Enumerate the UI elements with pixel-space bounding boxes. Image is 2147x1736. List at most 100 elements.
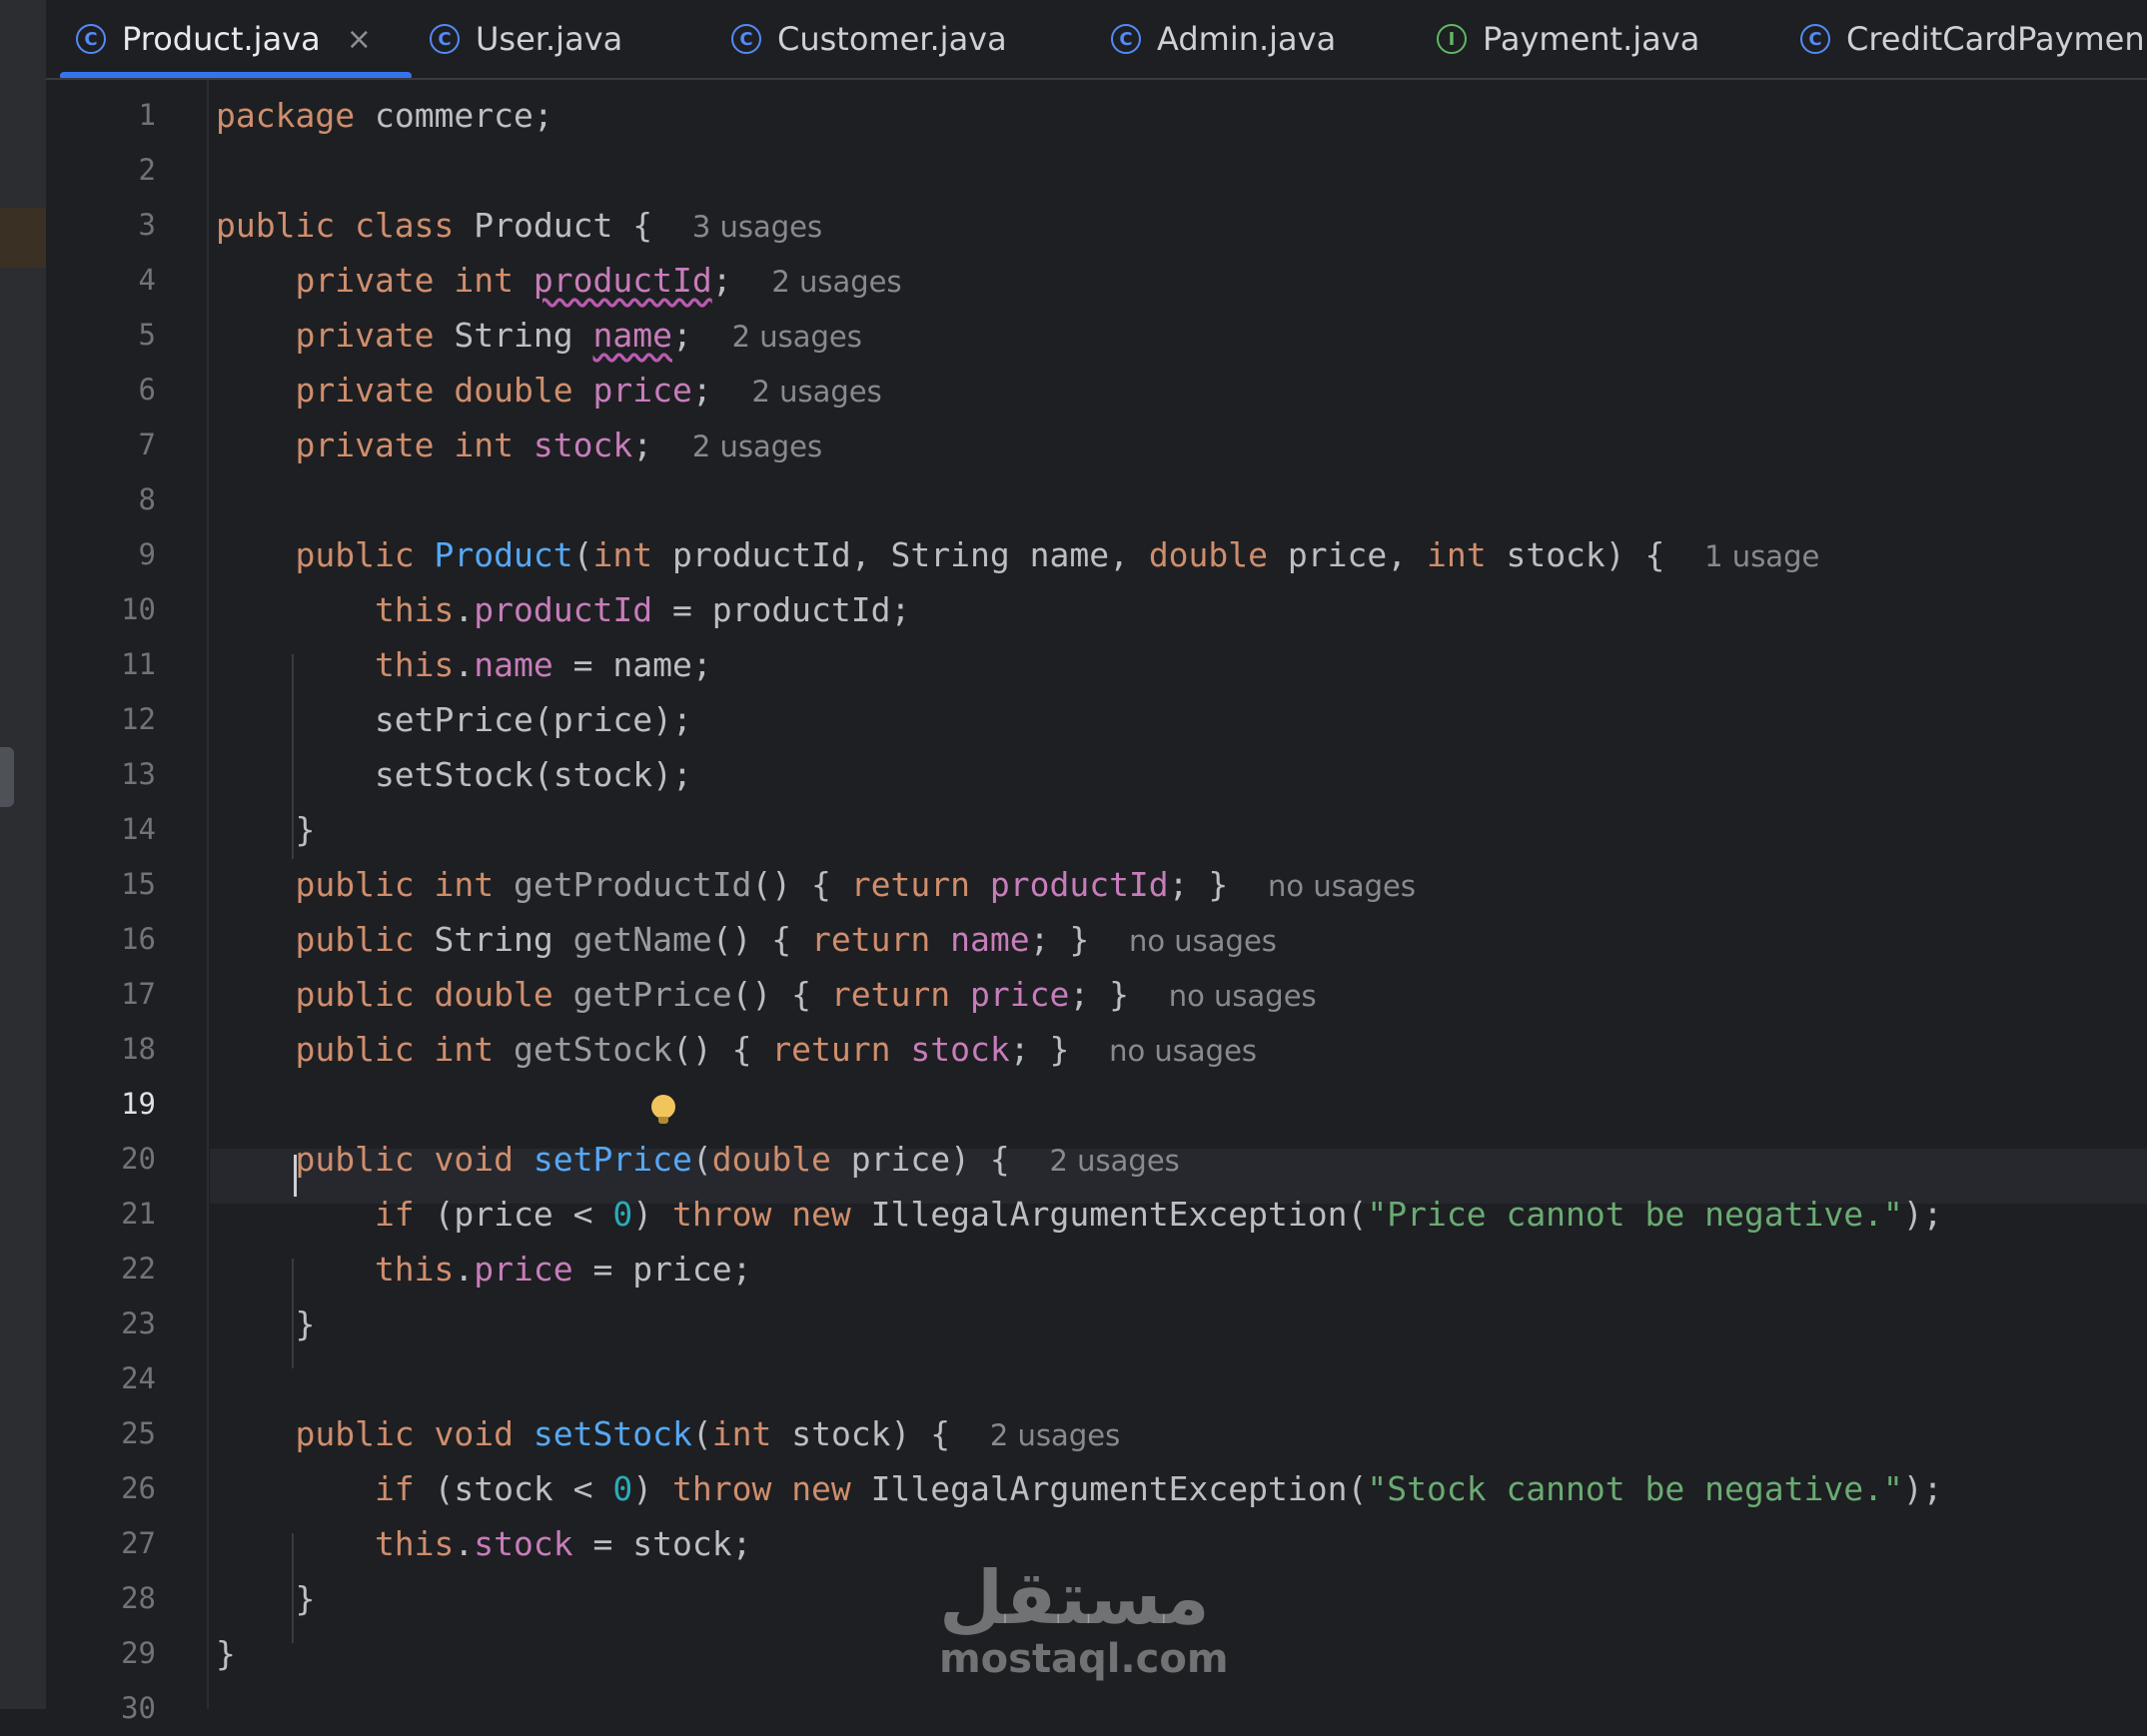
code-token: throw new — [671, 1469, 871, 1508]
tab-customer-java[interactable]: C Customer.java — [731, 0, 1007, 78]
code-token: getPrice — [572, 975, 732, 1014]
usage-hint[interactable]: 3 usages — [692, 210, 822, 244]
code-token: public class — [216, 206, 475, 245]
code-token: = name; — [552, 645, 712, 684]
code-token: = price; — [572, 1250, 752, 1289]
line-number: 4 — [138, 263, 156, 297]
line-number: 19 — [121, 1087, 156, 1121]
usage-hint[interactable]: 1 usage — [1704, 539, 1819, 573]
code-line: public double getPrice() { return price;… — [216, 967, 1317, 1022]
code-token: public int — [216, 1030, 515, 1069]
usage-hint[interactable]: no usages — [1109, 1034, 1257, 1068]
code-line: private String name; 2 usages — [216, 308, 862, 363]
tab-creditcardpaymen[interactable]: C CreditCardPaymen — [1800, 0, 2145, 78]
usage-hint[interactable]: no usages — [1268, 869, 1416, 903]
usage-hint[interactable]: 2 usages — [692, 430, 822, 463]
tab-payment-java[interactable]: I Payment.java — [1437, 0, 1699, 78]
class-icon: C — [1800, 24, 1830, 54]
code-token: ; } — [1009, 1030, 1110, 1069]
line-number: 27 — [121, 1526, 156, 1560]
code-token: IllegalArgumentException( — [870, 1195, 1368, 1234]
code-token: ); — [1902, 1469, 1943, 1508]
code-line: setPrice(price); — [216, 692, 692, 747]
usage-hint[interactable]: no usages — [1129, 924, 1277, 958]
code-token: stock — [533, 426, 633, 464]
code-token: (price < — [434, 1195, 613, 1234]
code-token: stock) { — [791, 1414, 990, 1453]
code-editor[interactable]: package commerce; public class Product { … — [210, 80, 2147, 1709]
usage-hint[interactable]: 2 usages — [732, 320, 862, 354]
class-icon: C — [731, 24, 761, 54]
tab-user-java[interactable]: C User.java — [430, 0, 622, 78]
line-number: 25 — [121, 1416, 156, 1450]
code-token: price — [592, 371, 692, 410]
code-token: () { — [711, 920, 812, 959]
code-token: ) — [632, 1195, 672, 1234]
code-token: int — [1426, 535, 1507, 574]
code-token: . — [454, 645, 475, 684]
code-token: setPrice(price); — [216, 700, 692, 739]
code-token: "Stock cannot be negative." — [1367, 1469, 1903, 1508]
usage-hint[interactable]: 2 usages — [1049, 1144, 1179, 1178]
code-token: ( — [691, 1414, 712, 1453]
code-token: } — [216, 1579, 316, 1618]
code-line: if (price < 0) throw new IllegalArgument… — [216, 1187, 1943, 1242]
tab-label: Product.java — [122, 20, 321, 58]
code-token: name — [950, 920, 1030, 959]
code-line: } — [216, 802, 315, 857]
code-token: ; — [632, 426, 692, 464]
code-token: getStock — [514, 1030, 672, 1069]
usage-hint[interactable]: no usages — [1169, 979, 1317, 1013]
line-number: 26 — [121, 1471, 156, 1505]
code-token: String — [434, 920, 573, 959]
code-token: public — [216, 535, 435, 574]
code-token: setStock — [533, 1414, 692, 1453]
usage-hint[interactable]: 2 usages — [990, 1418, 1120, 1452]
code-token: ; } — [1069, 975, 1169, 1014]
line-number: 20 — [121, 1142, 156, 1176]
code-token: Product { — [474, 206, 692, 245]
code-line: public void setStock(int stock) { 2 usag… — [216, 1406, 1120, 1461]
code-token: setStock(stock); — [216, 755, 692, 794]
code-token: productId — [474, 590, 653, 629]
line-number: 1 — [138, 98, 156, 132]
code-line: private int productId; 2 usages — [216, 253, 901, 308]
code-token: public int — [216, 865, 515, 904]
close-icon[interactable]: × — [347, 22, 372, 57]
line-number: 16 — [121, 922, 156, 956]
code-token: getProductId — [514, 865, 752, 904]
line-number: 22 — [121, 1252, 156, 1286]
scroll-marker[interactable] — [0, 747, 14, 807]
code-line: public int getProductId() { return produ… — [216, 857, 1416, 912]
code-token: String — [454, 316, 593, 355]
tab-label: CreditCardPaymen — [1846, 20, 2145, 58]
code-token: return — [771, 1030, 911, 1069]
tab-admin-java[interactable]: C Admin.java — [1111, 0, 1336, 78]
line-number: 14 — [121, 812, 156, 846]
class-icon: C — [430, 24, 460, 54]
line-number: 17 — [121, 977, 156, 1011]
line-number: 8 — [138, 482, 156, 516]
lightbulb-icon[interactable] — [651, 1095, 675, 1124]
line-number: 12 — [121, 702, 156, 736]
code-token: ; — [711, 261, 772, 300]
code-token: ; } — [1029, 920, 1129, 959]
code-line: } — [216, 1626, 236, 1681]
code-token: private int — [216, 261, 534, 300]
line-number: 5 — [138, 318, 156, 352]
line-number: 9 — [138, 537, 156, 571]
line-number: 18 — [121, 1032, 156, 1066]
line-number: 7 — [138, 428, 156, 461]
code-token: productId — [989, 865, 1169, 904]
code-token: price — [474, 1250, 573, 1289]
code-token: price — [970, 975, 1070, 1014]
usage-hint[interactable]: 2 usages — [771, 265, 901, 299]
code-token: return — [811, 920, 951, 959]
tab-product-java[interactable]: C Product.java × — [60, 0, 412, 78]
line-number: 21 — [121, 1197, 156, 1231]
usage-hint[interactable]: 2 usages — [751, 375, 881, 409]
line-number: 24 — [121, 1361, 156, 1395]
code-line: private int stock; 2 usages — [216, 418, 822, 472]
code-token: public — [216, 920, 435, 959]
code-token: double — [1148, 535, 1288, 574]
